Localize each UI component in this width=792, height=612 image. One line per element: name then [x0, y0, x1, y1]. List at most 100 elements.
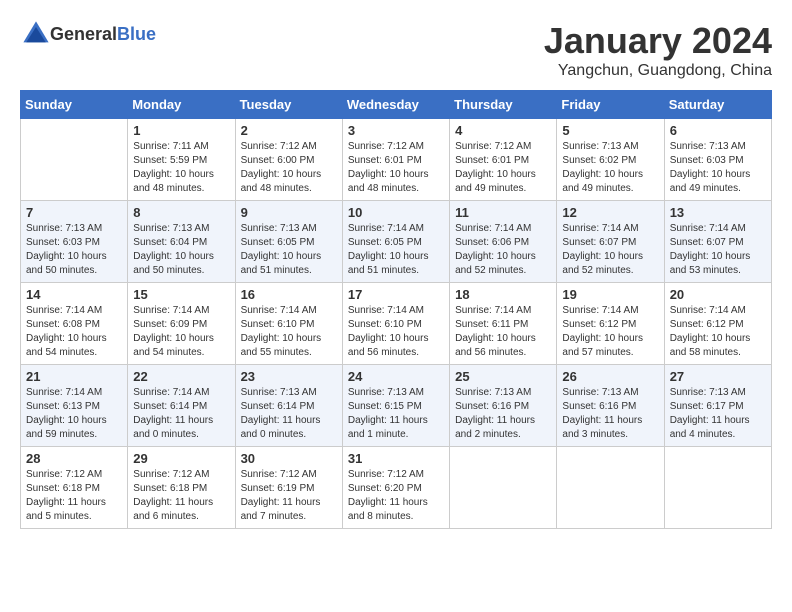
day-number: 12: [562, 205, 658, 220]
day-number: 17: [348, 287, 444, 302]
col-header-thursday: Thursday: [450, 91, 557, 119]
day-info: Sunrise: 7:14 AM Sunset: 6:12 PM Dayligh…: [562, 304, 658, 360]
day-info: Sunrise: 7:14 AM Sunset: 6:07 PM Dayligh…: [562, 222, 658, 278]
calendar-cell: 7Sunrise: 7:13 AM Sunset: 6:03 PM Daylig…: [21, 201, 128, 283]
title-block: January 2024 Yangchun, Guangdong, China: [544, 20, 772, 80]
calendar-cell: 25Sunrise: 7:13 AM Sunset: 6:16 PM Dayli…: [450, 365, 557, 447]
calendar-cell: 30 Sunrise: 7:12 AM Sunset: 6:19 PM Dayli…: [235, 447, 342, 529]
day-number: 16: [241, 287, 337, 302]
day-number: 29: [133, 451, 229, 466]
col-header-saturday: Saturday: [664, 91, 771, 119]
week-row-1: 1Sunrise: 7:11 AM Sunset: 5:59 PM Daylig…: [21, 119, 772, 201]
day-info: Sunrise: 7:12 AM Sunset: 6:19 PM Dayligh…: [241, 468, 337, 524]
page-header: GeneralBlue January 2024 Yangchun, Guang…: [20, 20, 772, 80]
day-info: Sunrise: 7:13 AM Sunset: 6:17 PM Dayligh…: [670, 386, 766, 442]
day-number: 7: [26, 205, 122, 220]
calendar-cell: 11 Sunrise: 7:14 AM Sunset: 6:06 PM Dayli…: [450, 201, 557, 283]
day-number: 5: [562, 123, 658, 138]
month-title: January 2024: [544, 20, 772, 62]
day-number: 9: [241, 205, 337, 220]
logo-text-general: General: [50, 24, 117, 44]
day-number: 15: [133, 287, 229, 302]
day-info: Sunrise: 7:13 AM Sunset: 6:03 PM Dayligh…: [670, 140, 766, 196]
day-info: Sunrise: 7:13 AM Sunset: 6:04 PM Dayligh…: [133, 222, 229, 278]
location-title: Yangchun, Guangdong, China: [544, 62, 772, 80]
day-number: 27: [670, 369, 766, 384]
col-header-monday: Monday: [128, 91, 235, 119]
calendar-cell: 14 Sunrise: 7:14 AM Sunset: 6:08 PM Dayli…: [21, 283, 128, 365]
calendar-header-row: SundayMondayTuesdayWednesdayThursdayFrid…: [21, 91, 772, 119]
logo-text-blue: Blue: [117, 24, 156, 44]
day-info: Sunrise: 7:14 AM Sunset: 6:09 PM Dayligh…: [133, 304, 229, 360]
day-info: Sunrise: 7:14 AM Sunset: 6:06 PM Dayligh…: [455, 222, 551, 278]
day-info: Sunrise: 7:14 AM Sunset: 6:13 PM Dayligh…: [26, 386, 122, 442]
day-number: 13: [670, 205, 766, 220]
calendar-cell: 3Sunrise: 7:12 AM Sunset: 6:01 PM Daylig…: [342, 119, 449, 201]
calendar-cell: 27 Sunrise: 7:13 AM Sunset: 6:17 PM Dayli…: [664, 365, 771, 447]
day-number: 14: [26, 287, 122, 302]
day-number: 3: [348, 123, 444, 138]
calendar-cell: 28Sunrise: 7:12 AM Sunset: 6:18 PM Dayli…: [21, 447, 128, 529]
day-number: 31: [348, 451, 444, 466]
day-number: 8: [133, 205, 229, 220]
day-info: Sunrise: 7:14 AM Sunset: 6:10 PM Dayligh…: [241, 304, 337, 360]
day-info: Sunrise: 7:13 AM Sunset: 6:16 PM Dayligh…: [562, 386, 658, 442]
day-info: Sunrise: 7:13 AM Sunset: 6:05 PM Dayligh…: [241, 222, 337, 278]
week-row-2: 7Sunrise: 7:13 AM Sunset: 6:03 PM Daylig…: [21, 201, 772, 283]
day-info: Sunrise: 7:14 AM Sunset: 6:08 PM Dayligh…: [26, 304, 122, 360]
day-info: Sunrise: 7:14 AM Sunset: 6:11 PM Dayligh…: [455, 304, 551, 360]
calendar-cell: 13Sunrise: 7:14 AM Sunset: 6:07 PM Dayli…: [664, 201, 771, 283]
calendar-cell: [664, 447, 771, 529]
calendar-cell: 1Sunrise: 7:11 AM Sunset: 5:59 PM Daylig…: [128, 119, 235, 201]
calendar-cell: 20 Sunrise: 7:14 AM Sunset: 6:12 PM Dayli…: [664, 283, 771, 365]
day-info: Sunrise: 7:14 AM Sunset: 6:10 PM Dayligh…: [348, 304, 444, 360]
day-number: 4: [455, 123, 551, 138]
day-number: 26: [562, 369, 658, 384]
day-info: Sunrise: 7:13 AM Sunset: 6:14 PM Dayligh…: [241, 386, 337, 442]
generalblue-logo-icon: [22, 20, 50, 48]
calendar-cell: [21, 119, 128, 201]
day-info: Sunrise: 7:12 AM Sunset: 6:18 PM Dayligh…: [26, 468, 122, 524]
col-header-wednesday: Wednesday: [342, 91, 449, 119]
day-info: Sunrise: 7:13 AM Sunset: 6:02 PM Dayligh…: [562, 140, 658, 196]
col-header-sunday: Sunday: [21, 91, 128, 119]
calendar-cell: 26 Sunrise: 7:13 AM Sunset: 6:16 PM Dayli…: [557, 365, 664, 447]
day-info: Sunrise: 7:14 AM Sunset: 6:14 PM Dayligh…: [133, 386, 229, 442]
calendar-cell: 4 Sunrise: 7:12 AM Sunset: 6:01 PM Daylig…: [450, 119, 557, 201]
day-number: 23: [241, 369, 337, 384]
day-number: 2: [241, 123, 337, 138]
day-info: Sunrise: 7:14 AM Sunset: 6:05 PM Dayligh…: [348, 222, 444, 278]
logo: GeneralBlue: [20, 20, 156, 48]
day-info: Sunrise: 7:12 AM Sunset: 6:18 PM Dayligh…: [133, 468, 229, 524]
day-info: Sunrise: 7:12 AM Sunset: 6:01 PM Dayligh…: [455, 140, 551, 196]
day-number: 6: [670, 123, 766, 138]
day-number: 20: [670, 287, 766, 302]
calendar-table: SundayMondayTuesdayWednesdayThursdayFrid…: [20, 90, 772, 529]
calendar-cell: 31Sunrise: 7:12 AM Sunset: 6:20 PM Dayli…: [342, 447, 449, 529]
calendar-cell: 19 Sunrise: 7:14 AM Sunset: 6:12 PM Dayli…: [557, 283, 664, 365]
calendar-cell: 17 Sunrise: 7:14 AM Sunset: 6:10 PM Dayli…: [342, 283, 449, 365]
calendar-cell: 12 Sunrise: 7:14 AM Sunset: 6:07 PM Dayli…: [557, 201, 664, 283]
calendar-cell: 15 Sunrise: 7:14 AM Sunset: 6:09 PM Dayli…: [128, 283, 235, 365]
calendar-cell: 22Sunrise: 7:14 AM Sunset: 6:14 PM Dayli…: [128, 365, 235, 447]
calendar-cell: 18 Sunrise: 7:14 AM Sunset: 6:11 PM Dayli…: [450, 283, 557, 365]
day-number: 30: [241, 451, 337, 466]
calendar-cell: 6 Sunrise: 7:13 AM Sunset: 6:03 PM Daylig…: [664, 119, 771, 201]
day-info: Sunrise: 7:13 AM Sunset: 6:15 PM Dayligh…: [348, 386, 444, 442]
day-number: 18: [455, 287, 551, 302]
day-number: 11: [455, 205, 551, 220]
calendar-cell: 8 Sunrise: 7:13 AM Sunset: 6:04 PM Daylig…: [128, 201, 235, 283]
day-number: 19: [562, 287, 658, 302]
calendar-cell: 5 Sunrise: 7:13 AM Sunset: 6:02 PM Daylig…: [557, 119, 664, 201]
calendar-cell: 29 Sunrise: 7:12 AM Sunset: 6:18 PM Dayli…: [128, 447, 235, 529]
calendar-cell: 23 Sunrise: 7:13 AM Sunset: 6:14 PM Dayli…: [235, 365, 342, 447]
day-info: Sunrise: 7:14 AM Sunset: 6:12 PM Dayligh…: [670, 304, 766, 360]
calendar-cell: 10Sunrise: 7:14 AM Sunset: 6:05 PM Dayli…: [342, 201, 449, 283]
day-info: Sunrise: 7:11 AM Sunset: 5:59 PM Dayligh…: [133, 140, 229, 196]
day-info: Sunrise: 7:12 AM Sunset: 6:00 PM Dayligh…: [241, 140, 337, 196]
calendar-cell: 9 Sunrise: 7:13 AM Sunset: 6:05 PM Daylig…: [235, 201, 342, 283]
day-number: 25: [455, 369, 551, 384]
calendar-cell: 2 Sunrise: 7:12 AM Sunset: 6:00 PM Daylig…: [235, 119, 342, 201]
day-number: 24: [348, 369, 444, 384]
calendar-cell: 16 Sunrise: 7:14 AM Sunset: 6:10 PM Dayli…: [235, 283, 342, 365]
